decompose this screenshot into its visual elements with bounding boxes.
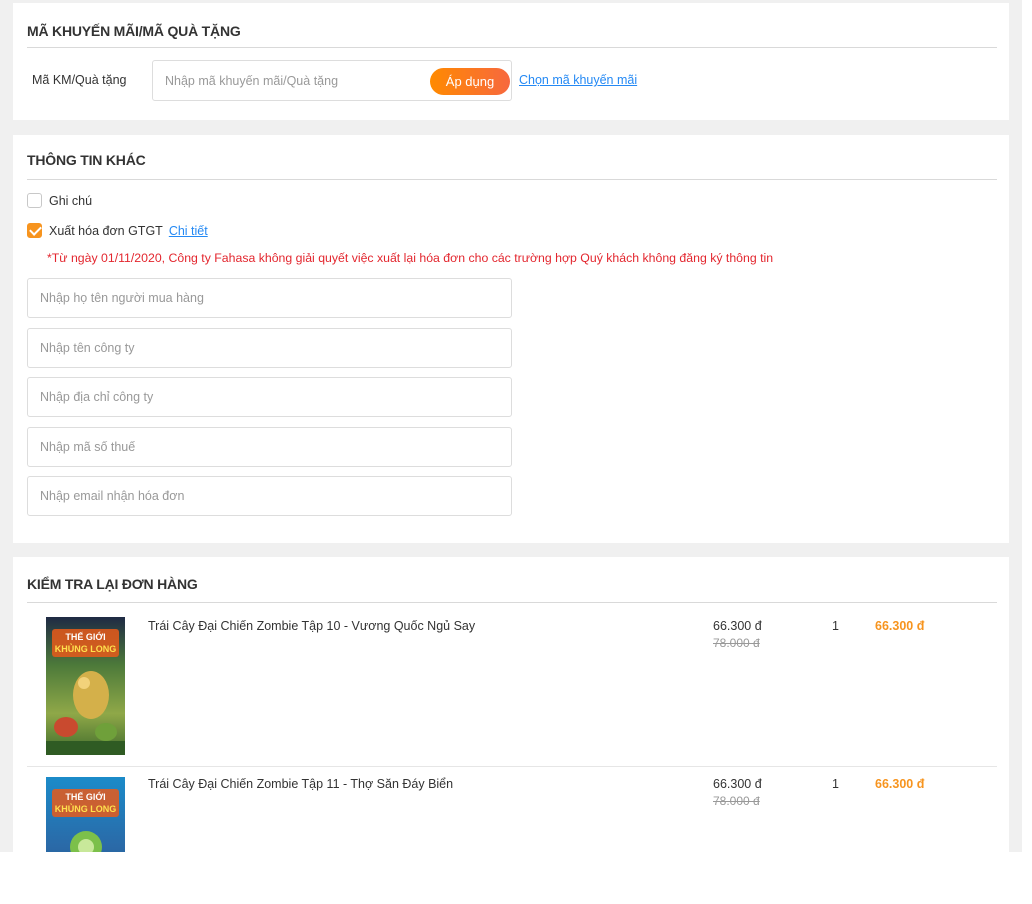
invoice-checkbox-row: Xuất hóa đơn GTGT Chi tiết xyxy=(27,223,208,238)
order-review-section: KIỂM TRA LẠI ĐƠN HÀNG THẾ GIỚI KHỦNG LON… xyxy=(13,557,1009,852)
promo-code-input[interactable] xyxy=(165,61,415,100)
promo-label: Mã KM/Quà tặng xyxy=(32,73,127,87)
cover-title-line-1: THẾ GIỚI xyxy=(65,631,105,642)
other-info-title: THÔNG TIN KHÁC xyxy=(27,152,146,168)
invoice-checkbox[interactable] xyxy=(27,223,42,238)
order-item: THẾ GIỚI KHỦNG LONG Trái Cây Đại Chiến Z… xyxy=(27,603,997,766)
note-label: Ghi chú xyxy=(49,193,93,208)
buyer-name-input[interactable] xyxy=(28,279,511,317)
item-old-price: 78.000 đ xyxy=(713,636,760,650)
promo-input-box: Áp dụng xyxy=(152,60,512,101)
invoice-label[interactable]: Xuất hóa đơn GTGT xyxy=(49,224,163,238)
item-total: 66.300 đ xyxy=(875,777,925,791)
item-quantity: 1 xyxy=(832,619,839,633)
book-cover-image[interactable]: THẾ GIỚI KHỦNG LONG xyxy=(46,777,125,852)
item-name[interactable]: Trái Cây Đại Chiến Zombie Tập 10 - Vương… xyxy=(148,619,475,633)
order-review-title: KIỂM TRA LẠI ĐƠN HÀNG xyxy=(27,576,198,592)
apply-button[interactable]: Áp dụng xyxy=(430,68,510,95)
cover-title-line-1: THẾ GIỚI xyxy=(65,791,105,802)
item-name[interactable]: Trái Cây Đại Chiến Zombie Tập 11 - Thợ S… xyxy=(148,777,453,791)
tax-code-input[interactable] xyxy=(28,428,511,466)
invoice-detail-link[interactable]: Chi tiết xyxy=(169,224,208,238)
item-quantity: 1 xyxy=(832,777,839,791)
company-address-input[interactable] xyxy=(28,378,511,416)
order-item: THẾ GIỚI KHỦNG LONG Trái Cây Đại Chiến Z… xyxy=(27,766,997,852)
item-price: 66.300 đ xyxy=(713,619,762,633)
invoice-notice: *Từ ngày 01/11/2020, Công ty Fahasa khôn… xyxy=(47,251,774,265)
item-total: 66.300 đ xyxy=(875,619,925,633)
checkout-page: MÃ KHUYẾN MÃI/MÃ QUÀ TẶNG Mã KM/Quà tặng… xyxy=(0,0,1022,852)
book-cover-image[interactable]: THẾ GIỚI KHỦNG LONG xyxy=(46,617,125,755)
company-name-input[interactable] xyxy=(28,329,511,367)
promo-title: MÃ KHUYẾN MÃI/MÃ QUÀ TẶNG xyxy=(27,23,241,39)
cover-title-line-2: KHỦNG LONG xyxy=(55,643,117,654)
divider xyxy=(27,47,997,48)
company-address-field xyxy=(27,377,512,417)
invoice-email-input[interactable] xyxy=(28,477,511,515)
cover-title-line-2: KHỦNG LONG xyxy=(55,803,117,814)
company-name-field xyxy=(27,328,512,368)
promo-section: MÃ KHUYẾN MÃI/MÃ QUÀ TẶNG Mã KM/Quà tặng… xyxy=(13,3,1009,120)
buyer-name-field xyxy=(27,278,512,318)
invoice-email-field xyxy=(27,476,512,516)
note-checkbox-row[interactable]: Ghi chú xyxy=(27,193,92,208)
item-old-price: 78.000 đ xyxy=(713,794,760,808)
other-info-section: THÔNG TIN KHÁC Ghi chú Xuất hóa đơn GTGT… xyxy=(13,135,1009,543)
note-checkbox[interactable] xyxy=(27,193,42,208)
item-price: 66.300 đ xyxy=(713,777,762,791)
choose-promo-link[interactable]: Chọn mã khuyến mãi xyxy=(519,73,637,87)
divider xyxy=(27,179,997,180)
tax-code-field xyxy=(27,427,512,467)
